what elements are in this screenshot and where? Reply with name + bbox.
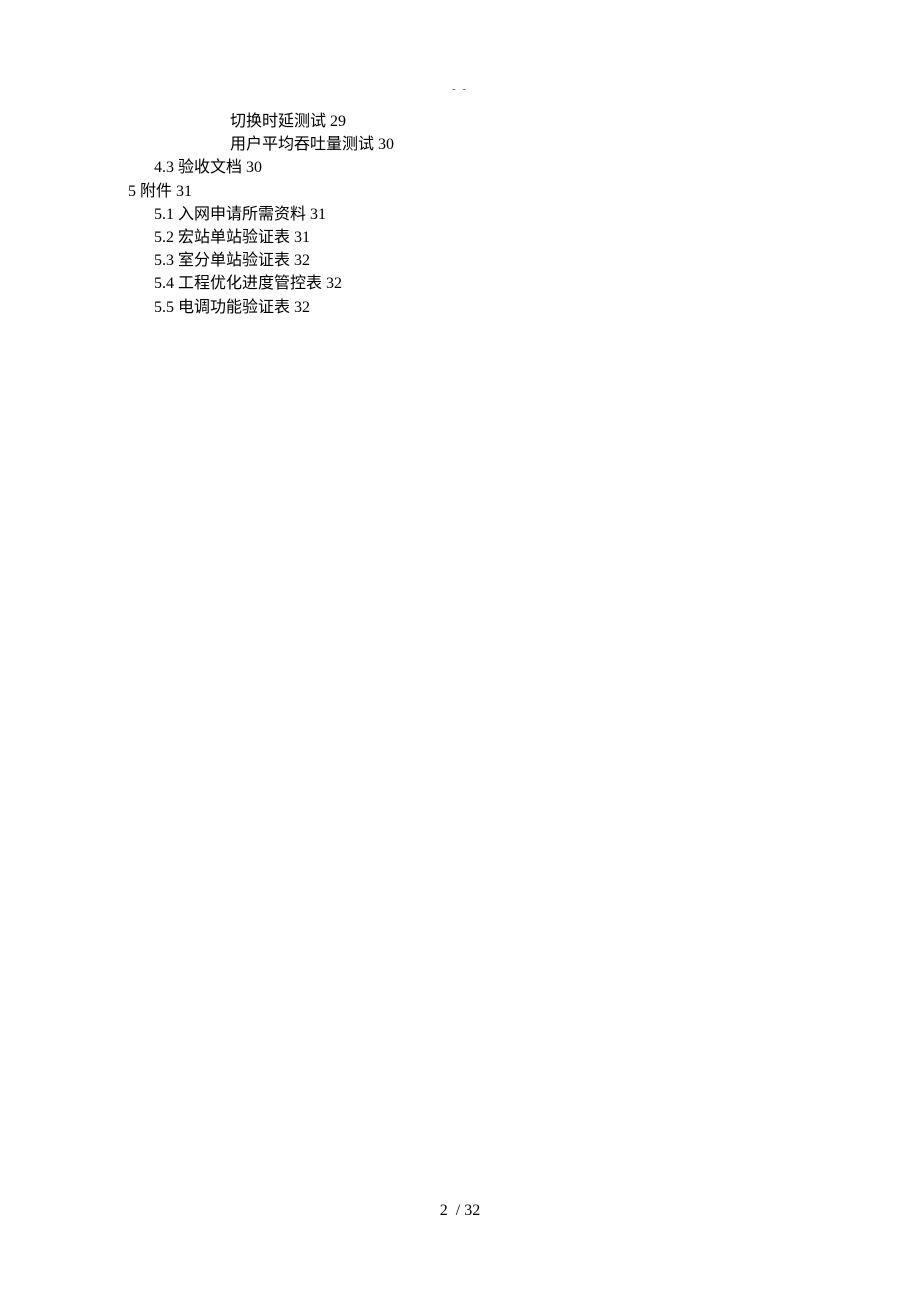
page-total: 32: [464, 1202, 480, 1219]
toc-num: 5.1: [154, 206, 174, 223]
toc-text: 验收文档: [178, 159, 242, 176]
toc-entry: 5.2 宏站单站验证表 31: [0, 226, 920, 249]
toc-page: 32: [294, 252, 310, 269]
toc-page: 29: [330, 113, 346, 130]
toc-num: 5: [128, 183, 136, 200]
toc-page: 30: [378, 136, 394, 153]
toc-page: 31: [176, 183, 192, 200]
toc-text: 电调功能验证表: [178, 299, 290, 316]
toc-entry: 5.1 入网申请所需资料 31: [0, 203, 920, 226]
toc-entry: 5.4 工程优化进度管控表 32: [0, 272, 920, 295]
page-sep: /: [456, 1202, 460, 1219]
toc-text: 切换时延测试: [230, 113, 326, 130]
toc-entry: 5.5 电调功能验证表 32: [0, 296, 920, 319]
toc-num: 4.3: [154, 159, 174, 176]
page-footer: 2 / 32: [0, 1202, 920, 1220]
toc-num: 5.3: [154, 252, 174, 269]
toc-num: 5.2: [154, 229, 174, 246]
toc-page: 32: [326, 275, 342, 292]
toc-page: 30: [246, 159, 262, 176]
toc-entry: 4.3 验收文档 30: [0, 156, 920, 179]
header-mark: - -: [452, 83, 468, 95]
toc-text: 室分单站验证表: [178, 252, 290, 269]
toc-text: 宏站单站验证表: [178, 229, 290, 246]
toc-num: 5.5: [154, 299, 174, 316]
toc-text: 附件: [140, 183, 172, 200]
toc-content: 切换时延测试 29 用户平均吞吐量测试 30 4.3 验收文档 30 5 附件 …: [0, 110, 920, 319]
toc-text: 用户平均吞吐量测试: [230, 136, 374, 153]
toc-text: 工程优化进度管控表: [178, 275, 322, 292]
toc-entry: 用户平均吞吐量测试 30: [0, 133, 920, 156]
toc-entry: 5.3 室分单站验证表 32: [0, 249, 920, 272]
toc-page: 32: [294, 299, 310, 316]
page-current: 2: [440, 1202, 448, 1219]
toc-num: 5.4: [154, 275, 174, 292]
toc-entry: 切换时延测试 29: [0, 110, 920, 133]
toc-section: 5 附件 31: [0, 180, 920, 203]
toc-page: 31: [310, 206, 326, 223]
toc-text: 入网申请所需资料: [178, 206, 306, 223]
toc-page: 31: [294, 229, 310, 246]
